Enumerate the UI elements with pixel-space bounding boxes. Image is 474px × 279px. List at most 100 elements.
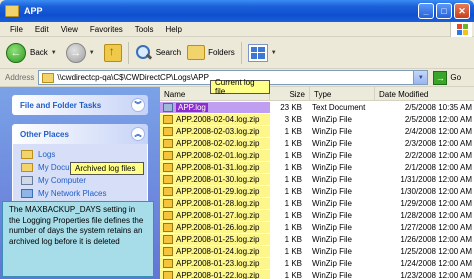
zip-file-icon (163, 175, 173, 184)
file-name: APP.2008-01-30.log.zip (176, 175, 260, 184)
views-button[interactable]: ▼ (245, 40, 283, 66)
minimize-button[interactable]: _ (418, 3, 434, 19)
file-row[interactable]: APP.2008-01-22.log.zip 1 KB WinZip File 1/2… (160, 270, 474, 279)
file-row[interactable]: APP.log 23 KB Text Document 2/5/2008 10:35 … (160, 102, 474, 113)
zip-file-icon (163, 247, 173, 256)
maximize-button[interactable]: □ (436, 3, 452, 19)
menu-help[interactable]: Help (159, 25, 187, 34)
file-size: 1 KB (284, 271, 302, 279)
file-row[interactable]: APP.2008-01-25.log.zip 1 KB WinZip File 1/2… (160, 234, 474, 245)
file-row[interactable]: APP.2008-02-03.log.zip 1 KB WinZip File 2/4… (160, 126, 474, 137)
zip-file-icon (163, 235, 173, 244)
file-list: Name Size Type Date Modified APP.log 23 K… (160, 87, 474, 279)
file-name: APP.2008-02-01.log.zip (176, 151, 260, 160)
zip-file-icon (163, 211, 173, 220)
folders-label: Folders (208, 48, 235, 57)
file-row[interactable]: APP.2008-01-28.log.zip 1 KB WinZip File 1/2… (160, 198, 474, 209)
chevron-down-icon[interactable]: ▼ (51, 50, 57, 56)
file-name: APP.2008-01-29.log.zip (176, 187, 260, 196)
file-name: APP.2008-02-02.log.zip (176, 139, 260, 148)
search-icon (135, 44, 153, 62)
file-date: 1/25/2008 12:00 AM (400, 247, 472, 256)
file-size: 1 KB (284, 187, 302, 196)
close-button[interactable]: ✕ (454, 3, 470, 19)
zip-file-icon (163, 259, 173, 268)
file-size: 1 KB (284, 247, 302, 256)
file-row[interactable]: APP.2008-01-26.log.zip 1 KB WinZip File 1/2… (160, 222, 474, 233)
maxbackup-note-callout: The MAXBACKUP_DAYS setting in the Loggin… (2, 201, 154, 277)
menu-view[interactable]: View (55, 25, 84, 34)
file-row[interactable]: APP.2008-01-29.log.zip 1 KB WinZip File 1/3… (160, 186, 474, 197)
other-places-header[interactable]: Other Places ︽ (12, 124, 148, 144)
file-row[interactable]: APP.2008-01-23.log.zip 1 KB WinZip File 1/2… (160, 258, 474, 269)
place-label: Logs (38, 150, 56, 159)
file-row[interactable]: APP.2008-01-31.log.zip 1 KB WinZip File 2/1… (160, 162, 474, 173)
toolbar-divider (127, 41, 129, 64)
zip-file-icon (163, 163, 173, 172)
file-size: 1 KB (284, 151, 302, 160)
collapse-chevron-icon[interactable]: ︽ (131, 127, 145, 141)
address-value: \\cwdirectcp-qa\C$\CWDirectCP\Logs\APP (57, 73, 209, 82)
file-row[interactable]: APP.2008-02-02.log.zip 1 KB WinZip File 2/3… (160, 138, 474, 149)
forward-button[interactable]: → ▼ (63, 40, 101, 66)
file-name: APP.2008-01-27.log.zip (176, 211, 260, 220)
file-folder-tasks-header[interactable]: File and Folder Tasks ︾ (12, 95, 148, 115)
menu-tools[interactable]: Tools (129, 25, 160, 34)
file-name-cell: APP.2008-01-26.log.zip (160, 222, 270, 233)
file-date: 2/4/2008 12:00 AM (404, 127, 472, 136)
address-label: Address (5, 73, 35, 82)
folders-button[interactable]: Folders (184, 40, 238, 66)
place-my-computer[interactable]: My Computer (13, 174, 147, 187)
file-row[interactable]: APP.2008-01-24.log.zip 1 KB WinZip File 1/2… (160, 246, 474, 257)
chevron-down-icon[interactable]: ▼ (271, 50, 277, 56)
file-name: APP.2008-01-23.log.zip (176, 259, 260, 268)
folders-icon (187, 45, 206, 60)
file-name: APP.2008-02-04.log.zip (176, 115, 260, 124)
menu-file[interactable]: File (4, 25, 29, 34)
column-type[interactable]: Type (310, 87, 375, 101)
go-label: Go (450, 73, 462, 82)
place-logs[interactable]: Logs (13, 148, 147, 161)
file-date: 1/24/2008 12:00 AM (400, 259, 472, 268)
menu-favorites[interactable]: Favorites (84, 25, 129, 34)
file-date: 1/29/2008 12:00 AM (400, 199, 472, 208)
file-size: 1 KB (284, 259, 302, 268)
text-file-icon (163, 103, 173, 112)
file-date: 2/1/2008 12:00 AM (404, 163, 472, 172)
menu-bar: File Edit View Favorites Tools Help (0, 22, 474, 37)
folder-up-icon (103, 43, 122, 62)
up-folder-button[interactable] (101, 40, 125, 66)
place-my-network-places[interactable]: My Network Places (13, 187, 147, 200)
file-name-cell: APP.2008-01-29.log.zip (160, 186, 270, 197)
file-date: 1/31/2008 12:00 AM (400, 175, 472, 184)
file-name: APP.2008-01-22.log.zip (176, 271, 260, 279)
folder-icon (42, 72, 55, 83)
network-icon (21, 189, 33, 198)
search-label: Search (155, 48, 182, 57)
chevron-down-icon[interactable]: ▼ (89, 50, 95, 56)
menu-edit[interactable]: Edit (29, 25, 55, 34)
file-name: APP.2008-01-25.log.zip (176, 235, 260, 244)
back-button[interactable]: ← Back ▼ (3, 40, 63, 66)
file-row[interactable]: APP.2008-01-27.log.zip 1 KB WinZip File 1/2… (160, 210, 474, 221)
file-row[interactable]: APP.2008-02-04.log.zip 3 KB WinZip File 2/5… (160, 114, 474, 125)
forward-arrow-icon: → (65, 42, 86, 63)
chevron-down-icon[interactable]: ▼ (413, 71, 428, 84)
column-date-modified[interactable]: Date Modified (375, 87, 474, 101)
zip-file-icon (163, 139, 173, 148)
windows-logo-icon (450, 22, 472, 37)
file-name-cell: APP.log (160, 102, 270, 113)
file-row[interactable]: APP.2008-02-01.log.zip 1 KB WinZip File 2/2… (160, 150, 474, 161)
folder-icon (21, 163, 33, 172)
go-button[interactable]: → Go (433, 70, 462, 85)
file-row[interactable]: APP.2008-01-30.log.zip 1 KB WinZip File 1/3… (160, 174, 474, 185)
file-name: APP.2008-02-03.log.zip (176, 127, 260, 136)
file-size: 23 KB (280, 103, 302, 112)
expand-chevron-icon[interactable]: ︾ (131, 98, 145, 112)
column-headers: Name Size Type Date Modified (160, 87, 474, 101)
column-size[interactable]: Size (270, 87, 310, 101)
zip-file-icon (163, 115, 173, 124)
views-icon (247, 43, 268, 62)
search-button[interactable]: Search (132, 40, 184, 66)
archived-log-callout: Archived log files (70, 162, 144, 175)
